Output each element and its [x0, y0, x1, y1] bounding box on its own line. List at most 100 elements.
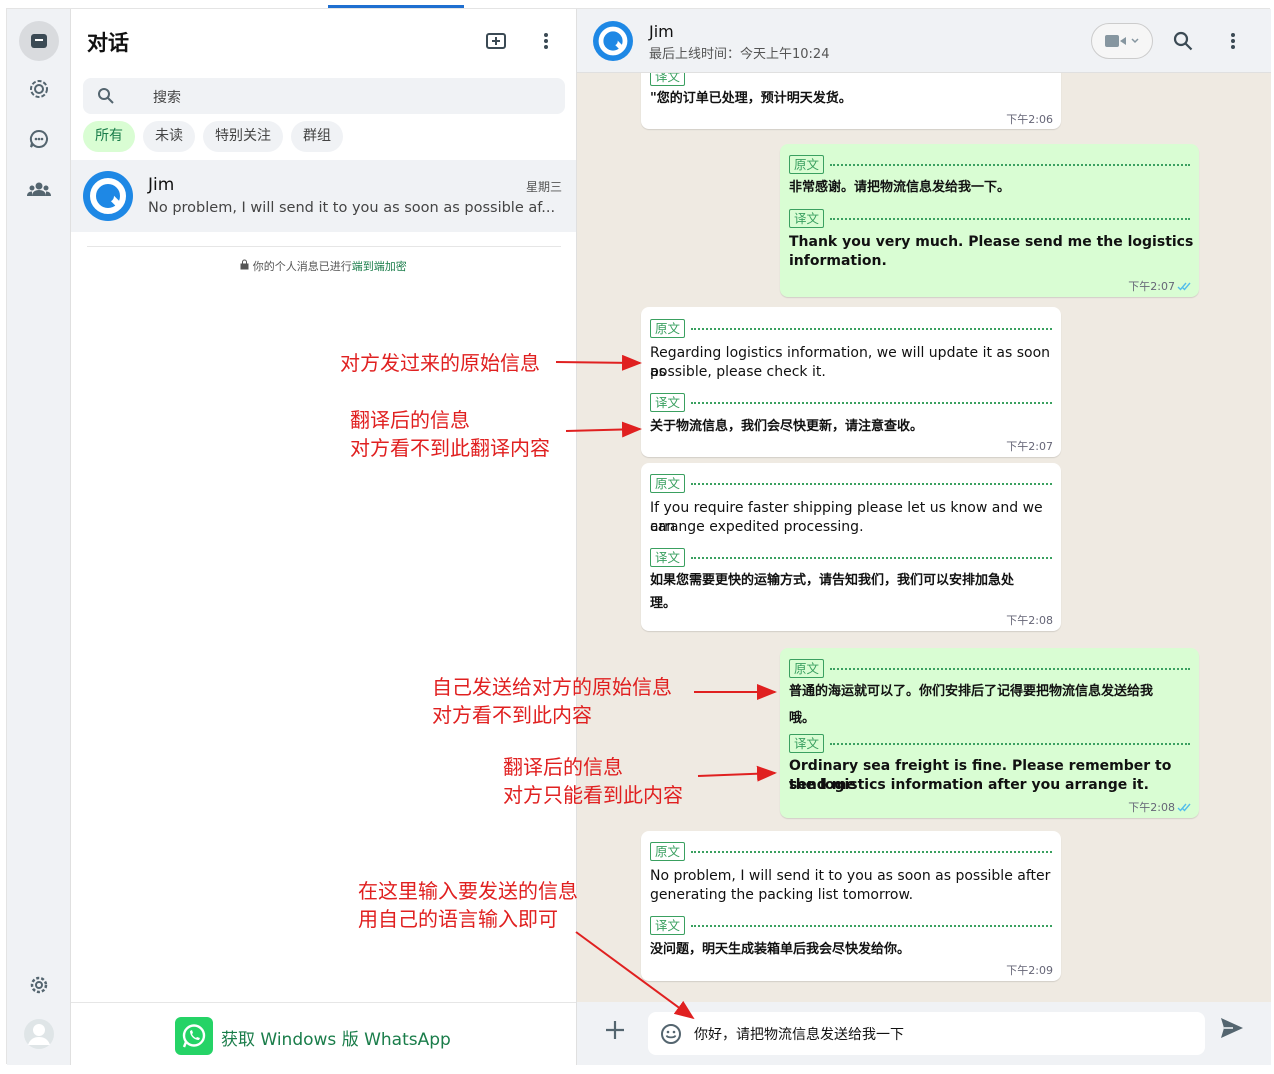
annotation-translated-outgoing-line2: 对方只能看到此内容: [503, 783, 683, 807]
original-tag-row: 原文: [650, 319, 1052, 338]
attach-plus-icon[interactable]: [603, 1018, 627, 1046]
chat-list-item[interactable]: Jim 星期三 No problem, I will send it to yo…: [71, 160, 576, 232]
encryption-link[interactable]: 端到端加密: [352, 260, 407, 273]
original-tag-row: 原文: [650, 474, 1052, 493]
download-text: 获取 Windows 版 WhatsApp: [221, 1030, 451, 1050]
search-input[interactable]: 搜索: [83, 78, 565, 114]
incoming-message[interactable]: 原文 No problem, I will send it to you as …: [641, 831, 1061, 981]
search-icon: [97, 87, 115, 109]
search-messages-icon[interactable]: [1169, 27, 1197, 55]
original-tag-row: 原文: [789, 659, 1190, 678]
translation-tag: 译文: [789, 209, 825, 228]
translated-text: 关于物流信息，我们会尽快更新，请注意查收。: [650, 419, 924, 434]
filter-favorites[interactable]: 特别关注: [203, 121, 283, 152]
translated-text-line2: the logistics information after you arra…: [789, 777, 1149, 793]
contact-name: Jim: [649, 22, 674, 41]
new-chat-icon[interactable]: [482, 27, 510, 55]
chat-menu-kebab-icon[interactable]: [1219, 27, 1247, 55]
whatsapp-logo-icon: [175, 1017, 213, 1055]
translation-tag-row: 译文: [789, 734, 1190, 753]
message-input-value: 你好，请把物流信息发送给我一下: [694, 1027, 904, 1043]
translated-text-line1: Thank you very much. Please send me the …: [789, 234, 1194, 250]
conversation-pane: Jim 最后上线时间：今天上午10:24 译文 "您的订单已处理，预计明天发货。…: [577, 9, 1271, 1065]
original-tag: 原文: [789, 659, 825, 678]
download-banner[interactable]: 获取 Windows 版 WhatsApp: [71, 1002, 576, 1065]
original-tag-row: 原文: [650, 842, 1052, 861]
incoming-message[interactable]: 原文 Regarding logistics information, we w…: [641, 307, 1061, 457]
chat-time: 星期三: [525, 180, 562, 194]
outgoing-message[interactable]: 原文 普通的海运就可以了。你们安排后了记得要把物流信息发送给我 哦。 译文 Or…: [780, 648, 1199, 818]
send-icon[interactable]: [1219, 1016, 1245, 1044]
settings-gear-icon[interactable]: [19, 965, 59, 1005]
chats-icon[interactable]: [19, 21, 59, 61]
original-text-line1: 普通的海运就可以了。你们安排后了记得要把物流信息发送给我: [789, 684, 1154, 699]
filter-groups[interactable]: 群组: [291, 121, 343, 152]
search-placeholder: 搜索: [153, 90, 181, 106]
outgoing-message[interactable]: 原文 非常感谢。请把物流信息发给我一下。 译文 Thank you very m…: [780, 144, 1199, 297]
whatsapp-window: 对话 搜索 所有 未读 特别关注 群组 Jim 星期三 No problem, …: [6, 8, 1271, 1065]
annotation-translated-outgoing-line1: 翻译后的信息: [503, 755, 623, 779]
status-icon[interactable]: [19, 69, 59, 109]
original-tag: 原文: [650, 474, 686, 493]
translation-tag: 译文: [789, 734, 825, 753]
annotation-translated-incoming-line1: 翻译后的信息: [350, 408, 470, 432]
filter-chips: 所有 未读 特别关注 群组: [83, 121, 343, 152]
message-time: 下午2:08: [1128, 799, 1191, 815]
profile-avatar-icon[interactable]: [19, 1014, 59, 1054]
chat-preview: No problem, I will send it to you as soo…: [148, 200, 556, 216]
annotation-original-outgoing-line2: 对方看不到此内容: [432, 703, 592, 727]
translation-tag-row: 译文: [650, 916, 1052, 935]
original-text-line1: No problem, I will send it to you as soo…: [650, 868, 1051, 884]
original-tag-row: 原文: [789, 155, 1190, 174]
encryption-text: 你的个人消息已进行: [252, 260, 352, 273]
translated-text: 没问题，明天生成装箱单后我会尽快发给你。: [650, 942, 911, 957]
filter-unread[interactable]: 未读: [143, 121, 195, 152]
message-text: "您的订单已处理，预计明天发货。: [650, 91, 852, 106]
message-time: 下午2:07: [1006, 440, 1053, 453]
original-text-line2: 哦。: [789, 711, 816, 726]
chevron-down-icon: [1131, 38, 1139, 44]
original-text: 非常感谢。请把物流信息发给我一下。: [789, 180, 1011, 195]
translation-tag-row: 译文: [650, 548, 1052, 567]
translation-tag-row: 译文: [650, 393, 1052, 412]
video-camera-icon: [1105, 35, 1126, 47]
emoji-icon[interactable]: [660, 1023, 682, 1049]
encryption-notice: 你的个人消息已进行端到端加密: [71, 258, 576, 274]
translated-text-line1: 如果您需要更快的运输方式，请告知我们，我们可以安排加急处: [650, 573, 1015, 588]
message-input[interactable]: 你好，请把物流信息发送给我一下: [648, 1012, 1205, 1055]
original-text-line2: possible, please check it.: [650, 364, 826, 380]
conversation-header[interactable]: Jim 最后上线时间：今天上午10:24: [577, 9, 1271, 73]
nav-rail: [7, 9, 71, 1065]
contact-avatar-icon: [83, 171, 133, 221]
filter-all[interactable]: 所有: [83, 121, 135, 152]
incoming-message[interactable]: 原文 If you require faster shipping please…: [641, 463, 1061, 631]
original-text-line2: generating the packing list tomorrow.: [650, 887, 914, 903]
communities-icon[interactable]: [19, 169, 59, 209]
original-text-line2: arrange expedited processing.: [650, 519, 864, 535]
translation-tag: 译文: [650, 916, 686, 935]
menu-kebab-icon[interactable]: [532, 27, 560, 55]
annotation-input-line1: 在这里输入要发送的信息: [358, 879, 578, 903]
message-time: 下午2:06: [1006, 113, 1053, 126]
annotation-original-incoming: 对方发过来的原始信息: [340, 351, 540, 375]
header-avatar-icon: [593, 21, 633, 61]
chat-name: Jim: [148, 175, 175, 195]
video-call-button[interactable]: [1091, 23, 1153, 59]
message-time: 下午2:09: [1006, 964, 1053, 977]
annotation-translated-incoming-line2: 对方看不到此翻译内容: [350, 436, 550, 460]
message-time: 下午2:08: [1006, 614, 1053, 627]
message-composer: 你好，请把物流信息发送给我一下: [577, 1002, 1271, 1065]
double-check-icon: [1177, 803, 1191, 812]
translation-tag: 译文: [650, 393, 686, 412]
original-tag: 原文: [789, 155, 825, 174]
divider: [87, 246, 561, 247]
channels-icon[interactable]: [19, 119, 59, 159]
annotation-original-outgoing-line1: 自己发送给对方的原始信息: [432, 675, 672, 699]
translated-text-line2: 理。: [650, 596, 677, 611]
message-time: 下午2:07: [1128, 278, 1191, 294]
original-tag: 原文: [650, 319, 686, 338]
double-check-icon: [1177, 282, 1191, 291]
original-tag: 原文: [650, 842, 686, 861]
last-seen: 最后上线时间：今天上午10:24: [649, 47, 830, 62]
annotation-input-line2: 用自己的语言输入即可: [358, 907, 558, 931]
